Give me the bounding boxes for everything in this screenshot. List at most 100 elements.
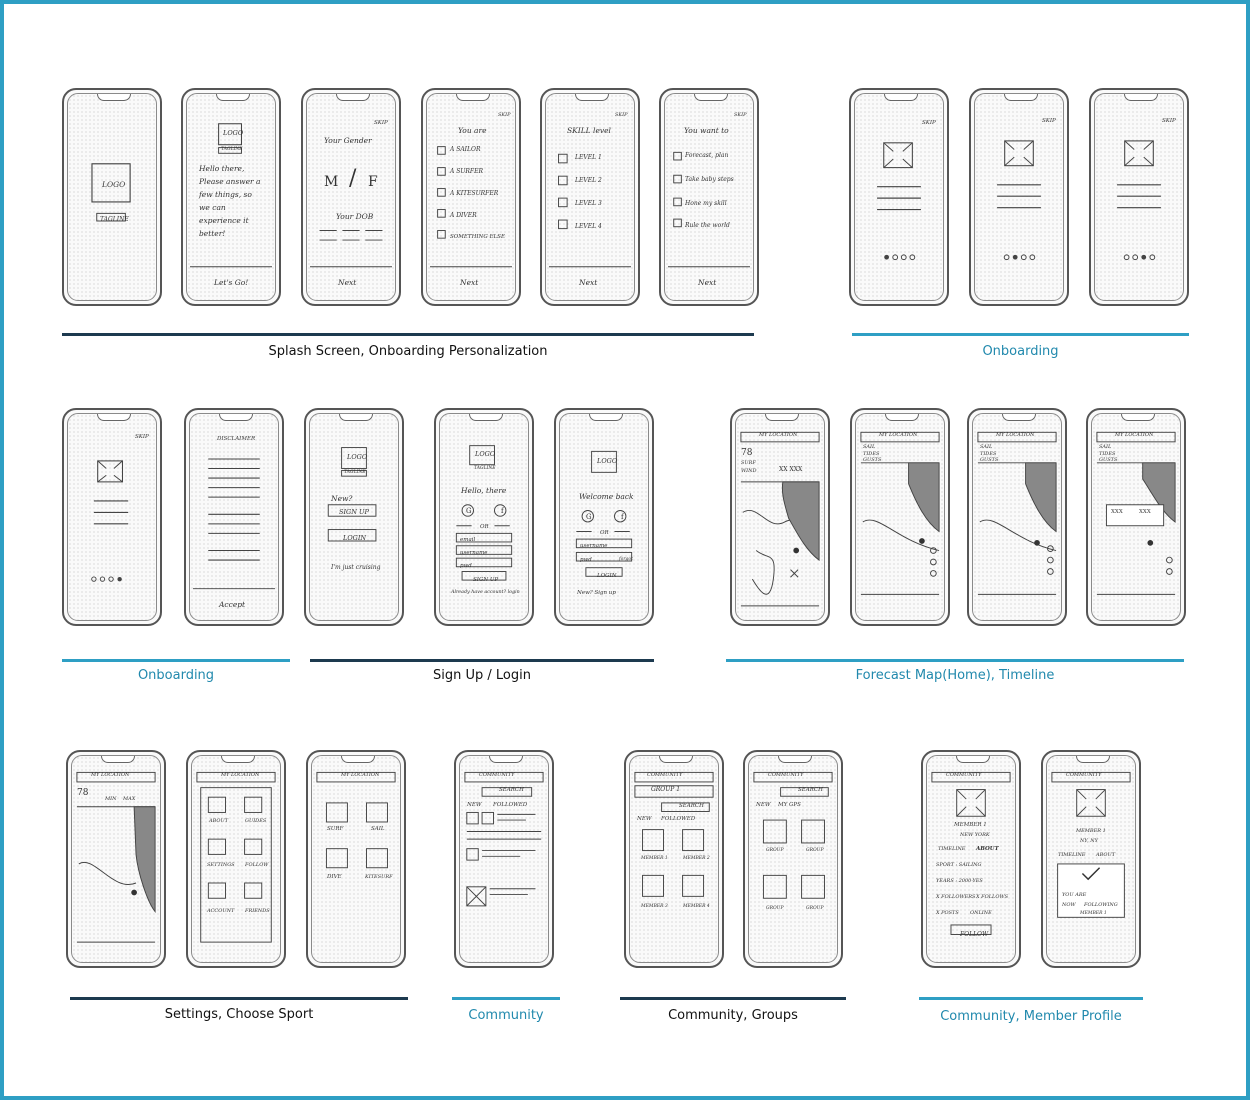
email-field[interactable]: email — [460, 537, 475, 543]
member-3-label[interactable]: MEMBER 3 — [641, 904, 668, 909]
accept-button[interactable]: Accept — [219, 600, 245, 609]
group-4-label[interactable]: GROUP — [806, 906, 824, 911]
next-button[interactable]: Next — [460, 278, 478, 287]
option-kitesurfer[interactable]: A KITESURFER — [450, 190, 498, 197]
goal-rule-world-option[interactable]: Rule the world — [685, 222, 730, 229]
phone-map-home: MY LOCATION 78 SURF WIND XX XXX — [730, 408, 830, 626]
skip-link[interactable]: SKIP — [1042, 118, 1056, 124]
group-3-label[interactable]: GROUP — [766, 906, 784, 911]
option-diver[interactable]: A DIVER — [450, 212, 477, 219]
option-something-else[interactable]: SOMETHING ELSE — [450, 234, 505, 240]
phone-splash: LOGO TAGLINE — [62, 88, 162, 306]
settings-about-item[interactable]: ABOUT — [209, 818, 228, 824]
next-button[interactable]: Next — [579, 278, 597, 287]
sign-up-button[interactable]: SIGN UP — [473, 577, 498, 583]
gender-female-option[interactable]: F — [368, 174, 378, 190]
my-location-selector[interactable]: MY LOCATION — [341, 772, 379, 778]
next-button[interactable]: Next — [338, 278, 356, 287]
my-location-selector[interactable]: MY LOCATION — [91, 772, 129, 778]
tab-timeline[interactable]: TIMELINE — [1058, 852, 1085, 858]
skip-link[interactable]: SKIP — [498, 112, 511, 118]
phone-timeline-3: MY LOCATION SAIL TIDES GUSTS XXX XXX — [1086, 408, 1186, 626]
facebook-signin-icon[interactable]: f — [501, 507, 504, 515]
sign-up-button[interactable]: SIGN UP — [339, 508, 369, 516]
goal-forecast-option[interactable]: Forecast, plan — [685, 152, 728, 159]
tab-followed[interactable]: FOLLOWED — [493, 802, 527, 808]
gender-male-option[interactable]: M — [324, 174, 338, 190]
facebook-signin-icon[interactable]: f — [621, 513, 624, 521]
want-to-label: You want to — [684, 126, 729, 135]
tab-about[interactable]: ABOUT — [1096, 852, 1115, 858]
my-location-selector[interactable]: MY LOCATION — [996, 432, 1034, 438]
settings-settings-item[interactable]: SETTINGS — [207, 862, 235, 868]
lets-go-button[interactable]: Let's Go! — [214, 278, 248, 287]
goal-hone-skill-option[interactable]: Hone my skill — [685, 200, 727, 207]
timeline-popup-value-1: XXX — [1111, 509, 1123, 515]
tab-new[interactable]: NEW — [756, 802, 770, 808]
skip-link[interactable]: SKIP — [374, 120, 388, 126]
caption-splash: Splash Screen, Onboarding Personalizatio… — [268, 344, 548, 359]
login-link[interactable]: Already have account? login — [451, 590, 520, 595]
tab-new[interactable]: NEW — [637, 816, 651, 822]
my-location-selector[interactable]: MY LOCATION — [1115, 432, 1153, 438]
google-signin-icon[interactable]: G — [586, 513, 592, 521]
skip-link[interactable]: SKIP — [135, 434, 149, 440]
settings-account-item[interactable]: ACCOUNT — [207, 908, 234, 914]
divider-onboarding-top — [852, 333, 1189, 336]
my-location-selector[interactable]: MY LOCATION — [759, 432, 797, 438]
username-field[interactable]: username — [580, 543, 608, 549]
password-field[interactable]: pwd — [460, 563, 472, 569]
tab-timeline[interactable]: TIMELINE — [938, 846, 965, 852]
skip-link[interactable]: SKIP — [615, 112, 628, 118]
phone-member-2: COMMUNITY MEMBER 1 NY, NY TIMELINE ABOUT… — [1041, 750, 1141, 968]
google-signin-icon[interactable]: G — [466, 507, 472, 515]
sport-sail-option[interactable]: SAIL — [371, 826, 385, 832]
welcome-back-label: Welcome back — [579, 492, 634, 501]
logo-label: LOGO — [597, 457, 618, 465]
member-2-label[interactable]: MEMBER 2 — [683, 856, 710, 861]
goal-baby-steps-option[interactable]: Take baby steps — [685, 176, 734, 183]
my-location-selector[interactable]: MY LOCATION — [879, 432, 917, 438]
option-sailor[interactable]: A SAILOR — [450, 146, 480, 153]
sign-up-link[interactable]: New? Sign up — [577, 590, 616, 596]
member-4-label[interactable]: MEMBER 4 — [683, 904, 710, 909]
tab-my-groups[interactable]: MY GPS — [778, 802, 801, 808]
gusts-label: GUSTS — [980, 457, 999, 463]
next-button[interactable]: Next — [698, 278, 716, 287]
follow-button[interactable]: FOLLOW — [960, 931, 988, 938]
phone-notch — [1076, 756, 1110, 763]
search-input[interactable]: SEARCH — [499, 787, 524, 793]
option-surfer[interactable]: A SURFER — [450, 168, 483, 175]
password-field[interactable]: pwd — [580, 557, 592, 563]
search-input[interactable]: SEARCH — [679, 803, 704, 809]
level-1-option[interactable]: LEVEL 1 — [575, 154, 602, 161]
phone-skill: SKIP SKILL level LEVEL 1 LEVEL 2 LEVEL 3… — [540, 88, 640, 306]
or-divider: OR — [480, 524, 489, 530]
settings-friends-item[interactable]: FRIENDS — [245, 908, 270, 914]
member-1-label[interactable]: MEMBER 1 — [641, 856, 668, 861]
sport-surf-option[interactable]: SURF — [327, 826, 343, 832]
skip-link[interactable]: SKIP — [922, 120, 936, 126]
settings-guides-item[interactable]: GUIDES — [245, 818, 266, 824]
group-2-label[interactable]: GROUP — [806, 848, 824, 853]
forgot-link[interactable]: forgot — [619, 557, 633, 562]
tab-new[interactable]: NEW — [467, 802, 481, 808]
search-input[interactable]: SEARCH — [798, 787, 823, 793]
skip-link[interactable]: SKIP — [1162, 118, 1176, 124]
guest-link[interactable]: I'm just cruising — [331, 564, 380, 571]
sport-dive-option[interactable]: DIVE — [327, 874, 342, 880]
tab-about[interactable]: ABOUT — [976, 846, 999, 852]
level-4-option[interactable]: LEVEL 4 — [575, 223, 602, 230]
tab-followed[interactable]: FOLLOWED — [661, 816, 695, 822]
sport-kitesurf-option[interactable]: KITESURF — [365, 874, 393, 880]
skip-link[interactable]: SKIP — [734, 112, 747, 118]
my-location-selector[interactable]: MY LOCATION — [221, 772, 259, 778]
member-location: NY, NY — [1080, 838, 1098, 844]
username-field[interactable]: username — [460, 550, 488, 556]
login-button[interactable]: LOGIN — [343, 534, 366, 542]
settings-follow-item[interactable]: FOLLOW — [245, 862, 268, 868]
group-1-label[interactable]: GROUP — [766, 848, 784, 853]
level-2-option[interactable]: LEVEL 2 — [575, 177, 602, 184]
level-3-option[interactable]: LEVEL 3 — [575, 200, 602, 207]
login-button[interactable]: LOGIN — [597, 573, 617, 579]
